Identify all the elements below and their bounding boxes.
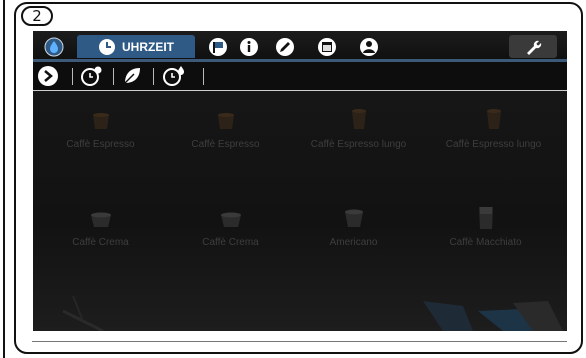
tab-clock[interactable]: UHRZEIT <box>77 35 195 58</box>
beverage-tile[interactable]: Caffè Macchiato <box>423 203 548 248</box>
beverage-tile[interactable]: Caffè Crema <box>38 203 163 248</box>
timer-icon <box>81 66 102 86</box>
eco-button[interactable] <box>121 64 143 88</box>
machine-display: UHRZEIT Caffè Espresso Caffè Espresso Ca… <box>33 31 567 331</box>
tab-user[interactable] <box>356 35 382 58</box>
bottom-rule <box>32 341 567 342</box>
beverage-name: Caffè Crema <box>72 237 129 248</box>
tab-info[interactable] <box>236 35 262 58</box>
tab-clock-label: UHRZEIT <box>122 39 174 54</box>
beverage-tile[interactable]: Caffè Espresso lungo <box>431 105 556 150</box>
separator <box>113 68 114 85</box>
beverage-name: Caffè Espresso lungo <box>310 139 407 150</box>
espresso-cup-icon <box>217 113 234 129</box>
wrench-icon <box>527 40 542 55</box>
eco-leaf-icon <box>124 68 140 84</box>
tab-calendar[interactable] <box>314 35 340 58</box>
clock-icon <box>99 38 115 55</box>
background-cups-decoration <box>62 295 563 331</box>
timer-button[interactable] <box>79 64 103 88</box>
top-menu-bar: UHRZEIT <box>33 31 567 62</box>
espresso-cup-icon <box>92 113 109 129</box>
separator <box>153 68 154 85</box>
tab-flag[interactable] <box>205 35 231 58</box>
beverage-tile[interactable]: Caffè Espresso <box>163 105 288 150</box>
beverage-tile[interactable]: Caffè Crema <box>168 203 293 248</box>
crema-cup-icon <box>220 212 241 227</box>
beverage-grid: Caffè Espresso Caffè Espresso Caffè Espr… <box>33 91 567 331</box>
beverage-tile[interactable]: Caffè Espresso lungo <box>296 105 421 150</box>
americano-cup-icon <box>344 209 363 227</box>
water-drop-icon <box>44 37 64 56</box>
page-edge-line <box>3 0 5 358</box>
beverage-tile[interactable]: Americano <box>291 203 416 248</box>
tab-edit[interactable] <box>272 35 298 58</box>
beverage-name: Caffè Crema <box>202 237 259 248</box>
separator <box>203 68 204 85</box>
arrow-right-icon <box>38 66 58 86</box>
beverage-name: Caffè Espresso <box>66 139 135 150</box>
settings-button[interactable] <box>509 35 557 58</box>
beverage-name: Caffè Espresso <box>191 139 260 150</box>
clock-drop-icon <box>163 66 184 86</box>
separator <box>72 68 73 85</box>
lungo-cup-icon <box>351 109 366 129</box>
beverage-name: Caffè Espresso lungo <box>445 139 542 150</box>
step-number-badge: 2 <box>21 6 53 26</box>
flag-icon <box>209 37 227 56</box>
crema-cup-icon <box>90 212 111 227</box>
person-icon <box>360 37 378 56</box>
macchiato-glass-icon <box>478 207 493 229</box>
sub-menu-bar <box>33 62 567 91</box>
clock-drop-button[interactable] <box>161 64 187 88</box>
tab-care[interactable] <box>41 35 67 58</box>
next-button[interactable] <box>37 64 59 88</box>
pencil-icon <box>276 37 294 56</box>
calendar-icon <box>318 37 336 56</box>
info-icon <box>240 37 258 56</box>
lungo-cup-icon <box>486 109 501 129</box>
beverage-name: Caffè Macchiato <box>449 237 522 248</box>
beverage-tile[interactable]: Caffè Espresso <box>38 105 163 150</box>
beverage-name: Americano <box>329 237 378 248</box>
